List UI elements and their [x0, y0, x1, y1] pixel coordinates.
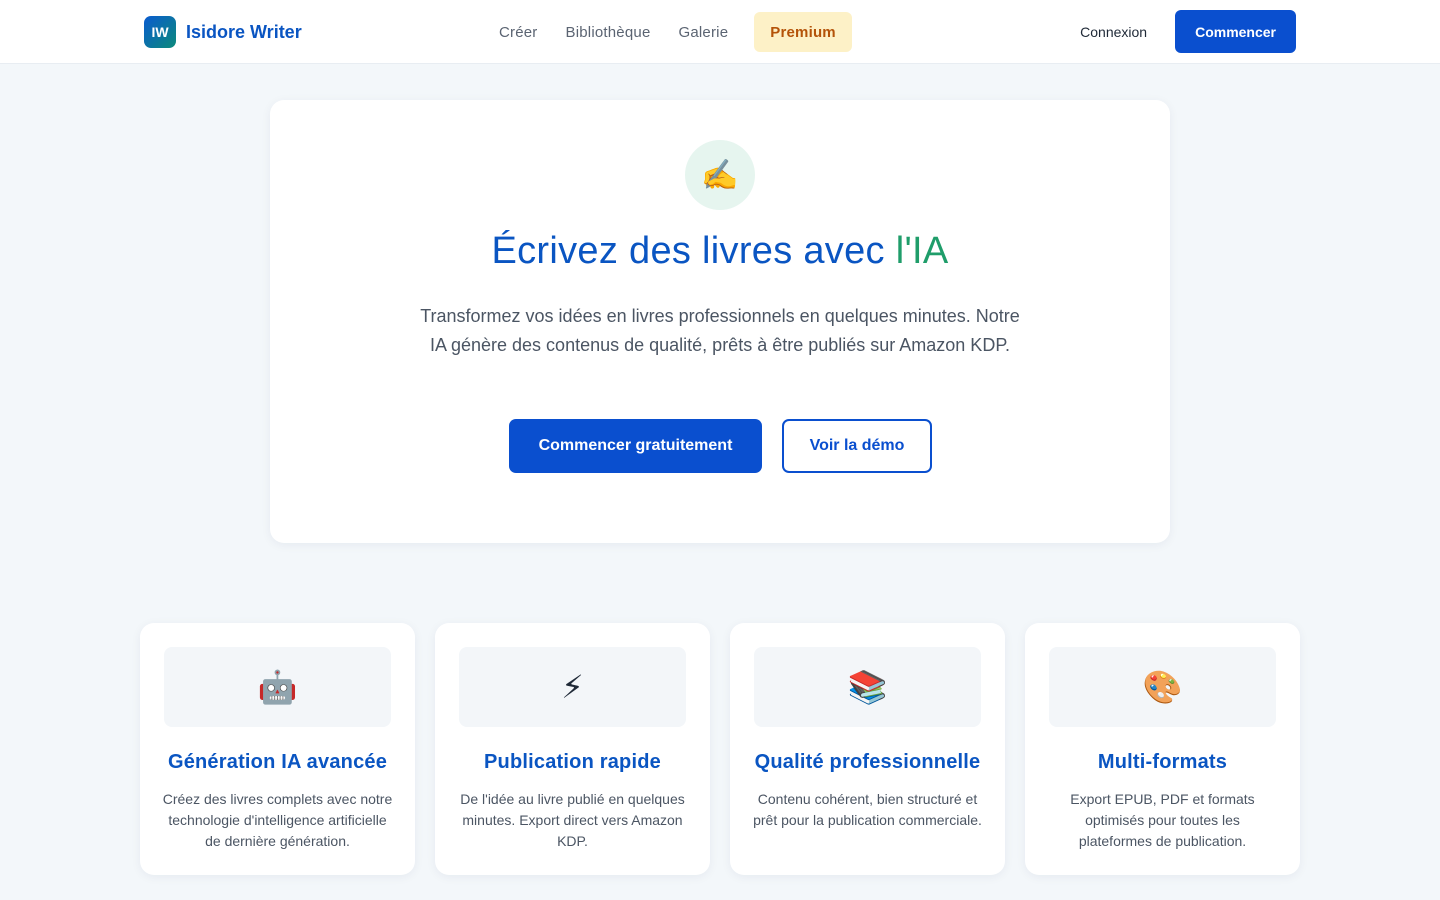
feature-card-professional-quality: 📚 Qualité professionnelle Contenu cohére…: [730, 623, 1005, 875]
view-demo-button[interactable]: Voir la démo: [782, 419, 932, 473]
nav-link-galerie[interactable]: Galerie: [668, 12, 738, 52]
login-link[interactable]: Connexion: [1080, 24, 1147, 40]
hero-actions: Commencer gratuitement Voir la démo: [509, 419, 932, 473]
auth-actions: Connexion Commencer: [1080, 10, 1296, 53]
books-icon: 📚: [754, 647, 981, 727]
start-free-button[interactable]: Commencer gratuitement: [509, 419, 762, 473]
feature-card-ai-generation: 🤖 Génération IA avancée Créez des livres…: [140, 623, 415, 875]
features-section: 🤖 Génération IA avancée Créez des livres…: [140, 623, 1300, 875]
robot-icon: 🤖: [164, 647, 391, 727]
lightning-icon: ⚡: [459, 647, 686, 727]
brand-name: Isidore Writer: [186, 21, 302, 42]
feature-title: Qualité professionnelle: [754, 751, 981, 773]
main-nav: Créer Bibliothèque Galerie Premium: [480, 12, 852, 52]
feature-title: Publication rapide: [484, 751, 661, 773]
feature-description: Créez des livres complets avec notre tec…: [162, 791, 393, 849]
header-start-button[interactable]: Commencer: [1175, 10, 1296, 53]
feature-description: Export EPUB, PDF et formats optimisés po…: [1070, 791, 1255, 849]
hero-subtitle: Transformez vos idées en livres professi…: [420, 306, 1020, 355]
feature-title: Génération IA avancée: [167, 751, 388, 773]
hero-title-main: Écrivez des livres avec: [491, 230, 896, 272]
nav-link-premium[interactable]: Premium: [754, 12, 852, 52]
feature-description: Contenu cohérent, bien structuré et prêt…: [753, 791, 982, 828]
hero-title: Écrivez des livres avec l'IA: [270, 230, 1170, 273]
feature-card-multi-formats: 🎨 Multi-formats Export EPUB, PDF et form…: [1025, 623, 1300, 875]
nav-link-bibliotheque[interactable]: Bibliothèque: [556, 12, 661, 52]
hero-card: ✍️ Écrivez des livres avec l'IA Transfor…: [270, 100, 1170, 543]
feature-card-fast-publishing: ⚡ Publication rapide De l'idée au livre …: [435, 623, 710, 875]
brand-logo-badge: IW: [144, 16, 176, 48]
feature-description: De l'idée au livre publié en quelques mi…: [460, 791, 685, 849]
hero-title-accent: l'IA: [895, 230, 949, 272]
feature-title: Multi-formats: [1097, 751, 1228, 773]
brand-logo-link[interactable]: IW Isidore Writer: [144, 16, 302, 48]
top-navigation-bar: IW Isidore Writer Créer Bibliothèque Gal…: [0, 0, 1440, 64]
nav-link-creer[interactable]: Créer: [480, 12, 548, 52]
palette-icon: 🎨: [1049, 647, 1276, 727]
writing-hand-icon: ✍️: [685, 140, 755, 210]
